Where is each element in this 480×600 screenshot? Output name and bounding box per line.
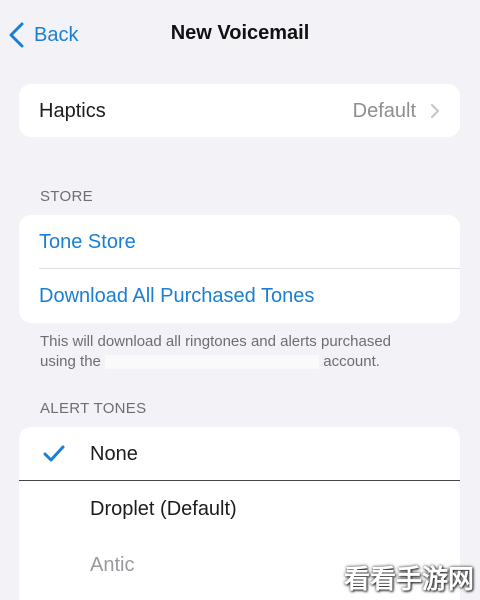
- store-footer-text: This will download all ringtones and ale…: [40, 332, 450, 372]
- redacted-account: [105, 355, 320, 370]
- footer-suffix: account.: [323, 353, 380, 370]
- haptics-row[interactable]: Haptics Default: [19, 84, 460, 137]
- page-title: New Voicemail: [170, 22, 310, 44]
- alert-tones-section-header: ALERT TONES: [40, 400, 147, 417]
- checkmark-icon: [43, 445, 65, 462]
- download-all-row[interactable]: Download All Purchased Tones: [19, 269, 460, 323]
- tone-label-droplet: Droplet (Default): [90, 497, 237, 520]
- tone-store-row[interactable]: Tone Store: [19, 215, 460, 269]
- tone-label-antic: Antic: [90, 553, 135, 576]
- chevron-right-icon: [431, 104, 439, 118]
- haptics-value: Default: [352, 99, 416, 122]
- download-all-link[interactable]: Download All Purchased Tones: [19, 285, 314, 308]
- tone-store-link[interactable]: Tone Store: [19, 231, 136, 254]
- store-section-header: STORE: [40, 188, 93, 205]
- watermark: 看看手游网: [343, 564, 474, 594]
- navigation-bar: Back New Voicemail: [0, 0, 480, 70]
- tone-row-none[interactable]: None: [19, 427, 460, 481]
- tone-label-none: None: [90, 442, 138, 465]
- haptics-card: Haptics Default: [19, 84, 460, 137]
- store-card: Tone Store Download All Purchased Tones: [19, 215, 460, 323]
- footer-line-1: This will download all ringtones and ale…: [40, 333, 392, 350]
- tone-row-droplet[interactable]: Droplet (Default): [19, 481, 460, 537]
- footer-prefix: using the: [40, 353, 101, 370]
- haptics-label: Haptics: [39, 99, 106, 122]
- footer-line-2: using the account.: [40, 352, 450, 372]
